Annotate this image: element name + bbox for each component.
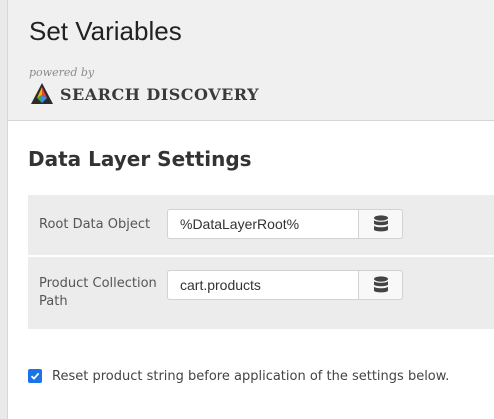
page-title: Set Variables — [29, 16, 182, 46]
extension-header: Set Variables powered by SEARCH DISCOVER… — [8, 0, 494, 121]
brand-logo-lockup: SEARCH DISCOVERY — [30, 82, 259, 106]
root-data-object-row: Root Data Object — [28, 195, 494, 255]
data-layer-settings-panel: Root Data Object Product Collection Path — [28, 195, 494, 329]
left-edge-divider — [0, 0, 8, 419]
reset-product-string-checkbox[interactable] — [28, 369, 42, 383]
checkmark-icon — [30, 372, 40, 380]
product-collection-path-input[interactable] — [167, 270, 359, 300]
product-collection-path-label: Product Collection Path — [39, 276, 157, 309]
root-data-object-label: Root Data Object — [39, 217, 151, 232]
reset-product-string-option: Reset product string before application … — [28, 367, 449, 385]
database-icon — [373, 215, 388, 232]
database-icon — [373, 276, 388, 293]
search-discovery-logo-icon — [31, 83, 53, 104]
product-collection-path-row: Product Collection Path — [28, 257, 494, 329]
root-data-object-input[interactable] — [167, 209, 359, 239]
brand-name: SEARCH DISCOVERY — [60, 84, 260, 104]
section-title: Data Layer Settings — [28, 147, 252, 171]
product-collection-path-data-element-button[interactable] — [359, 270, 403, 300]
powered-by-label: powered by — [29, 66, 95, 79]
root-data-object-data-element-button[interactable] — [359, 209, 403, 239]
reset-product-string-label[interactable]: Reset product string before application … — [52, 369, 449, 384]
